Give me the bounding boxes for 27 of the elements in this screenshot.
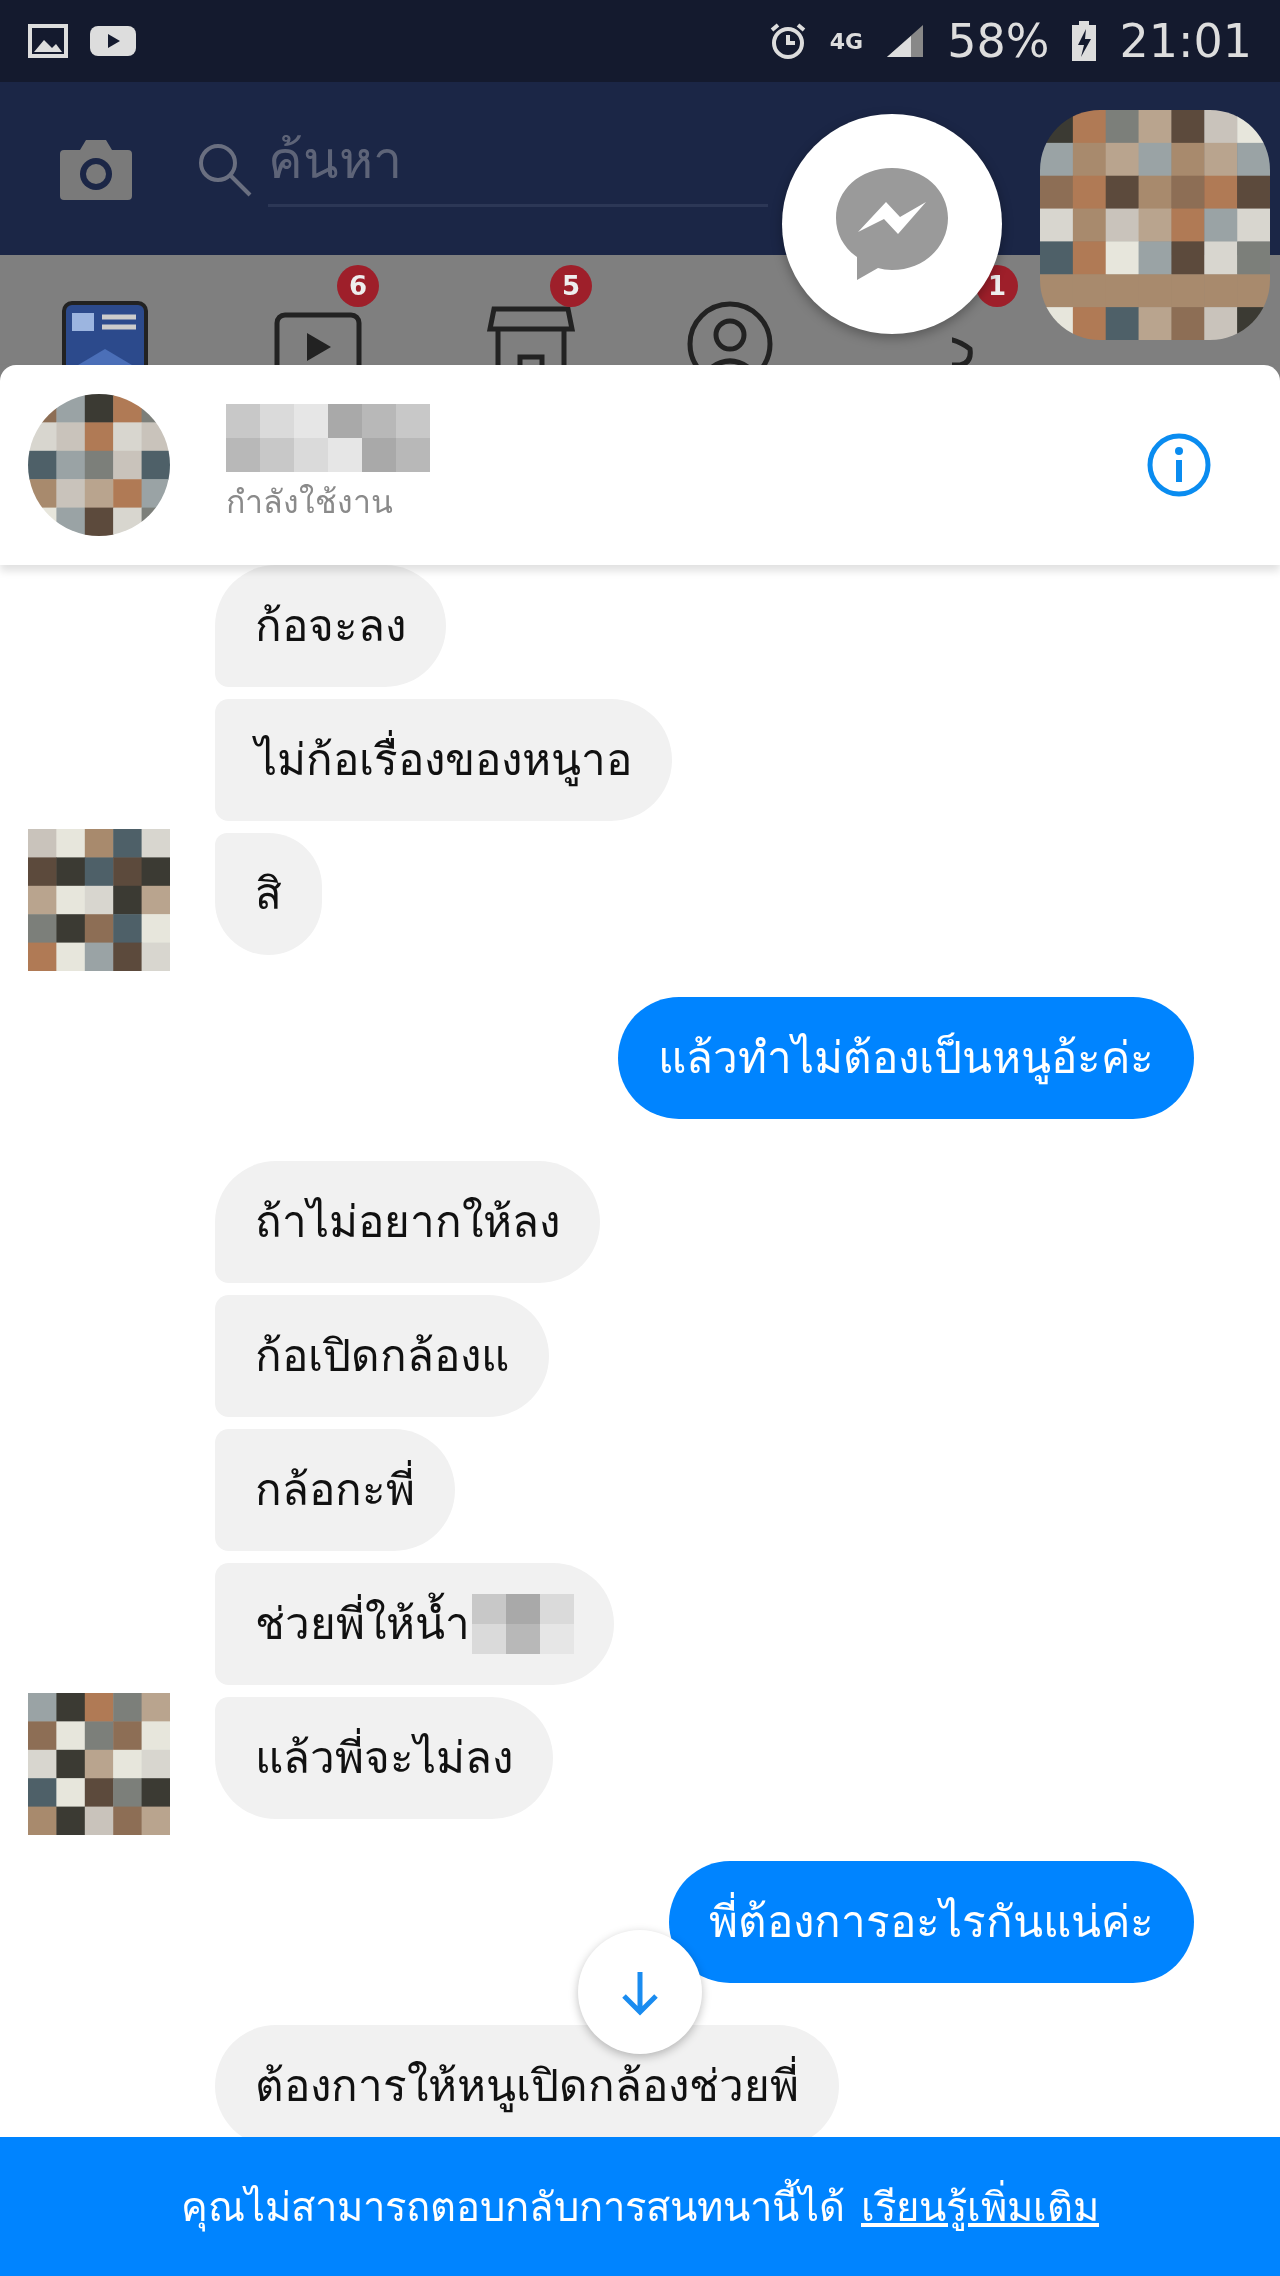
message-bubble: พี่ต้องการอะไรกันแน่ค่ะ bbox=[669, 1861, 1194, 1983]
info-icon[interactable] bbox=[1146, 432, 1212, 498]
message-bubble: ก้อเปิดกล้องแ bbox=[215, 1295, 549, 1417]
message-bubble: ต้องการให้หนูเปิดกล้องช่วยพี่ bbox=[215, 2025, 839, 2137]
banner-text: คุณไม่สามารถตอบกลับการสนทนานี้ได้ bbox=[181, 2174, 845, 2239]
message-bubble: แล้วทำไม่ต้องเป็นหนูอ้ะค่ะ bbox=[618, 997, 1194, 1119]
notification-badge: 5 bbox=[550, 265, 592, 307]
message-bubble: กล้อกะพี่ bbox=[215, 1429, 455, 1551]
message-bubble: ไม่ก้อเรื่องของหนูาอ bbox=[215, 699, 672, 821]
battery-charging-icon bbox=[1071, 21, 1098, 61]
play-icon bbox=[90, 24, 136, 58]
clock: 21:01 bbox=[1119, 14, 1252, 68]
learn-more-link[interactable]: เรียนรู้เพิ่มเติม bbox=[861, 2174, 1099, 2239]
search-field[interactable]: ค้นหา bbox=[268, 130, 768, 207]
message-bubble: ก้อจะลง bbox=[215, 565, 446, 687]
message-bubble: ช่วยพี่ให้น้ำ bbox=[215, 1563, 614, 1685]
signal-icon bbox=[885, 23, 926, 59]
message-bubble: สิ bbox=[215, 833, 322, 955]
battery-percent: 58% bbox=[947, 14, 1050, 68]
profile-icon[interactable] bbox=[685, 299, 775, 365]
message-bubble: แล้วพี่จะไม่ลง bbox=[215, 1697, 553, 1819]
network-type: 4G bbox=[829, 28, 864, 54]
gallery-icon bbox=[28, 24, 68, 58]
news-feed-icon[interactable] bbox=[60, 299, 150, 365]
message-bubble: ถ้าไม่อยากให้ลง bbox=[215, 1161, 600, 1283]
active-status: กำลังใช้งาน bbox=[226, 481, 394, 523]
notification-badge: 6 bbox=[337, 265, 379, 307]
